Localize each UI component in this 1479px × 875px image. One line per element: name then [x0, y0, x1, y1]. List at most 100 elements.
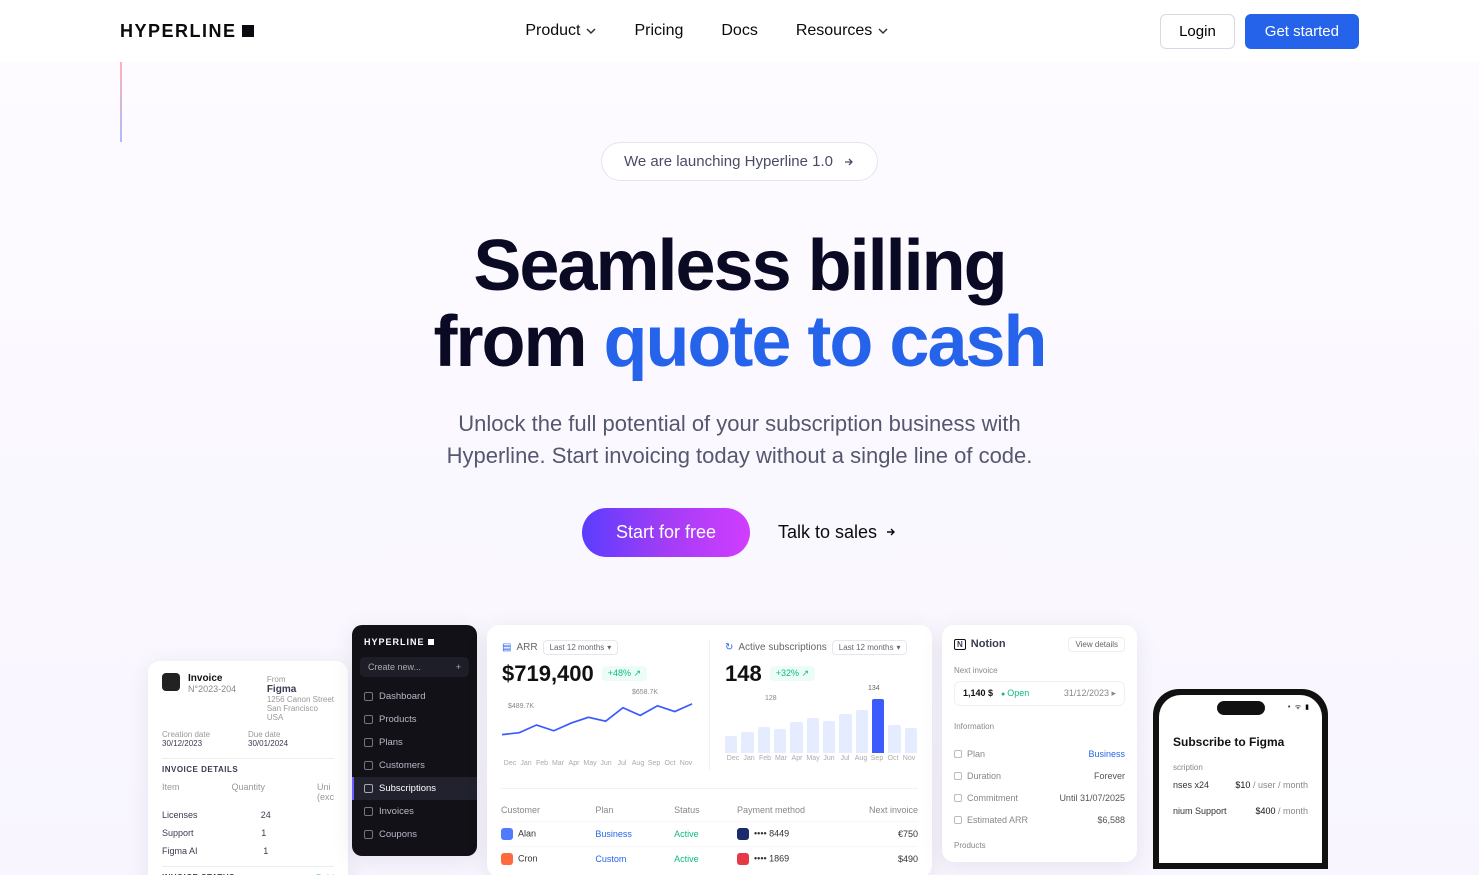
chart-tooltip: $489.7K	[508, 703, 534, 710]
sidebar-logo: HYPERLINE	[352, 635, 477, 657]
nav-pricing[interactable]: Pricing	[634, 22, 683, 40]
month-tick: Jan	[741, 755, 757, 762]
info-key: Duration	[967, 771, 1001, 781]
app-sidebar-preview: HYPERLINE Create new...+ Dashboard Produ…	[352, 625, 477, 856]
addr3: USA	[267, 713, 334, 722]
addr1: 1256 Canon Street	[267, 695, 334, 704]
month-tick: Nov	[901, 755, 917, 762]
table-row[interactable]: Alan Business Active •••• 8449 €750	[501, 821, 918, 846]
arrow-right-icon	[843, 156, 855, 168]
sidebar-item-label: Coupons	[379, 829, 417, 840]
due-date: 30/01/2024	[248, 739, 334, 748]
products-icon	[364, 715, 373, 724]
sidebar-item-label: Subscriptions	[379, 783, 436, 794]
created-date: 30/12/2023	[162, 739, 248, 748]
th-customer: Customer	[501, 805, 595, 815]
sidebar-item-label: Dashboard	[379, 691, 425, 702]
period-select[interactable]: Last 12 months▾	[543, 640, 619, 655]
talk-to-sales-link[interactable]: Talk to sales	[778, 522, 897, 543]
sidebar-item-subscriptions[interactable]: Subscriptions	[352, 777, 477, 800]
login-button[interactable]: Login	[1160, 14, 1235, 49]
month-tick: Aug	[630, 760, 646, 767]
sidebar-item-coupons[interactable]: Coupons	[352, 823, 477, 846]
line-item: Support	[162, 828, 194, 838]
invoices-icon	[364, 807, 373, 816]
addr2: San Francisco	[267, 704, 334, 713]
arr-icon: ▤	[502, 642, 511, 653]
month-tick: Sep	[869, 755, 885, 762]
hero-subtitle: Unlock the full potential of your subscr…	[420, 408, 1060, 472]
nav-docs-label: Docs	[721, 22, 757, 40]
mobile-preview: ⁍ ᯤ ▮ Subscribe to Figma scription nses …	[1153, 689, 1328, 869]
from-label: From	[267, 675, 334, 684]
logo-text: HYPERLINE	[120, 21, 237, 42]
logo[interactable]: HYPERLINE	[120, 21, 254, 42]
month-tick: Jun	[598, 760, 614, 767]
arr-label: ARR	[516, 642, 537, 653]
customer-plan: Business	[595, 829, 674, 839]
sidebar-item-products[interactable]: Products	[352, 708, 477, 731]
price-unit: / month	[1278, 806, 1308, 816]
chevron-down-icon	[586, 26, 596, 36]
table-row[interactable]: Cron Custom Active •••• 1869 $490	[501, 846, 918, 871]
th-payment: Payment method	[737, 805, 839, 815]
arr-icon	[954, 816, 962, 824]
invoice-preview-card: Invoice N°2023-204 From Figma 1256 Canon…	[148, 661, 348, 875]
sidebar-create-button[interactable]: Create new...+	[360, 657, 469, 677]
col-item: Item	[162, 782, 180, 802]
next-invoice: €750	[839, 829, 918, 839]
customer-name: Alan	[518, 828, 536, 838]
line-qty: 1	[261, 828, 266, 838]
month-tick: Mar	[550, 760, 566, 767]
hero-line1: Seamless billing	[473, 226, 1005, 306]
sidebar-item-dashboard[interactable]: Dashboard	[352, 685, 477, 708]
month-tick: Sep	[646, 760, 662, 767]
subs-value: 148	[725, 661, 762, 687]
hero-line2a: from	[433, 302, 603, 382]
info-value: $6,588	[1097, 815, 1125, 825]
line-item: nses x24	[1173, 780, 1209, 790]
subs-bar-chart: 128 DecJanFebMarAprMayJunJulAugSepOctNov	[725, 697, 917, 769]
sidebar-item-label: Invoices	[379, 806, 414, 817]
announcement-pill[interactable]: We are launching Hyperline 1.0	[601, 142, 878, 181]
subs-label: Active subscriptions	[738, 642, 826, 653]
chart-tooltip: $658.7K	[632, 689, 658, 696]
customers-icon	[364, 761, 373, 770]
products-heading: Products	[954, 841, 1125, 850]
dashboard-icon	[364, 692, 373, 701]
get-started-button[interactable]: Get started	[1245, 14, 1359, 49]
view-details-button[interactable]: View details	[1068, 637, 1125, 652]
sidebar-item-plans[interactable]: Plans	[352, 731, 477, 754]
nav-product[interactable]: Product	[525, 22, 596, 40]
chevron-down-icon: ▾	[607, 643, 611, 652]
logo-mark-icon	[242, 25, 254, 37]
month-tick: Aug	[853, 755, 869, 762]
nav-pricing-label: Pricing	[634, 22, 683, 40]
nav-resources[interactable]: Resources	[796, 22, 888, 40]
nav-docs[interactable]: Docs	[721, 22, 757, 40]
info-value: Forever	[1094, 771, 1125, 781]
notion-icon: N	[954, 639, 966, 650]
sidebar-item-label: Products	[379, 714, 417, 725]
month-tick: Oct	[885, 755, 901, 762]
product-preview-cluster: Invoice N°2023-204 From Figma 1256 Canon…	[0, 625, 1479, 875]
period-select[interactable]: Last 12 months▾	[832, 640, 908, 655]
line-qty: 1	[263, 846, 268, 856]
sidebar-item-invoices[interactable]: Invoices	[352, 800, 477, 823]
announcement-text: We are launching Hyperline 1.0	[624, 153, 833, 170]
customer-name: Notion	[971, 638, 1006, 650]
arrow-right-icon	[885, 526, 897, 538]
next-invoice-card[interactable]: 1,140 $ Open 31/12/2023 ▸	[954, 681, 1125, 706]
info-key: Commitment	[967, 793, 1018, 803]
month-tick: Dec	[725, 755, 741, 762]
month-tick: Jul	[614, 760, 630, 767]
month-tick: Feb	[534, 760, 550, 767]
info-value: Business	[1088, 749, 1125, 759]
created-label: Creation date	[162, 730, 248, 739]
sidebar-item-customers[interactable]: Customers	[352, 754, 477, 777]
month-tick: Feb	[757, 755, 773, 762]
month-tick: Apr	[789, 755, 805, 762]
line-qty: 24	[261, 810, 271, 820]
start-free-button[interactable]: Start for free	[582, 508, 750, 557]
nav-product-label: Product	[525, 22, 580, 40]
